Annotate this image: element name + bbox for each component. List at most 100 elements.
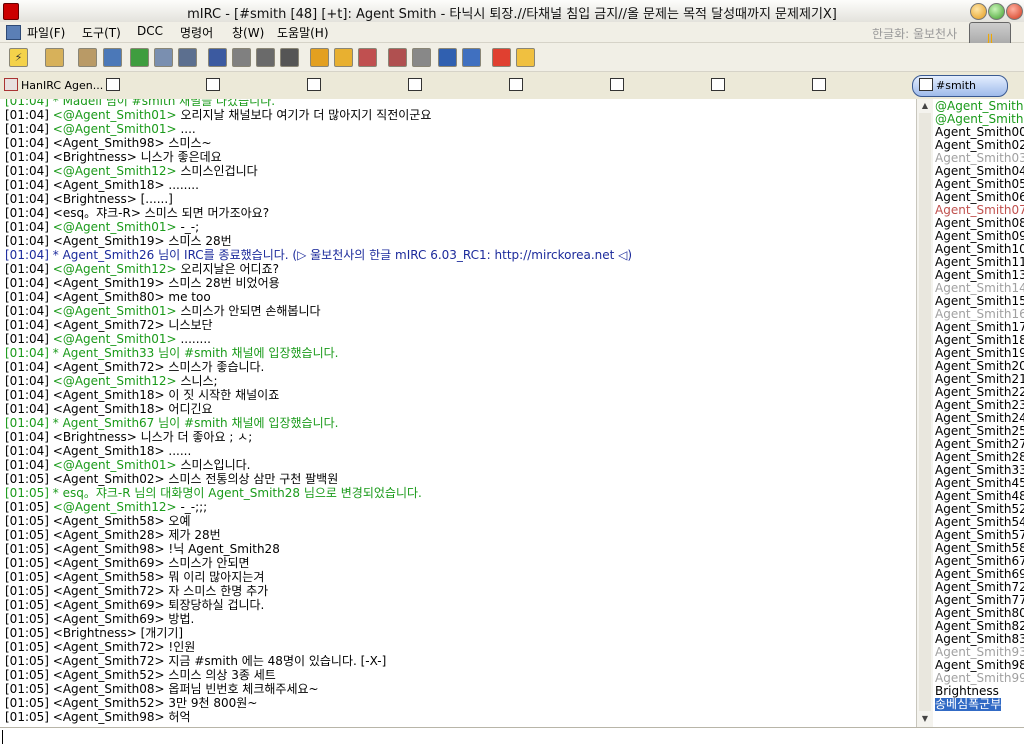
window-title: mIRC - [#smith [48] [+t]: Agent Smith - … [187,7,837,22]
menu-help[interactable]: 도움말(H) [277,24,329,41]
chat-line: [01:05] <Agent_Smith72> !인원 [5,640,196,654]
ime-indicator: 한글화: 울보천사 [872,27,958,41]
chat-line: [01:04] <@Agent_Smith01> ........ [5,332,211,346]
chat-line: [01:04] <Agent_Smith18> ...... [5,444,192,458]
about-icon[interactable] [516,48,535,67]
toolbar: ⚡ [0,43,1024,72]
window-menu-icon[interactable] [6,25,21,40]
menu-commands[interactable]: 명령어 [180,24,213,41]
menu-dcc[interactable]: DCC [137,24,163,38]
arrange-icon[interactable] [462,48,481,67]
tab-channel-2[interactable] [106,78,123,92]
channel-window-icon [919,78,933,91]
chat-scrollbar[interactable]: ▲ ▼ [916,99,934,727]
chat-line: [01:05] * esq。쟈크-R 님의 대화명이 Agent_Smith28… [5,486,422,500]
connect-icon[interactable]: ⚡ [9,48,28,67]
chat-line: [01:04] * Agent_Smith67 님이 #smith 채널에 입장… [5,416,339,430]
chat-line: [01:04] <esq。쟈크-R> 스미스 되면 머가조아요? [5,206,270,220]
chat-line: [01:04] <Agent_Smith72> 스미스가 좋습니다. [5,360,265,374]
close-button[interactable] [1006,3,1023,20]
tab-smith-label: #smith [936,79,977,92]
menu-file[interactable]: 파일(F) [27,24,65,41]
chat-line: [01:05] <Agent_Smith52> 스미스 의상 3종 세트 [5,668,276,682]
tile-icon[interactable] [412,48,431,67]
maximize-button[interactable] [988,3,1005,20]
tab-channel-8[interactable] [711,78,728,92]
channel-window-icon [206,78,220,91]
menu-tools[interactable]: 도구(T) [82,24,121,41]
chat-line: [01:04] <Agent_Smith18> ........ [5,178,199,192]
alias-icon[interactable] [334,48,353,67]
help-lifebuoy-icon[interactable] [492,48,511,67]
text-caret [2,730,3,744]
chat-line: [01:04] <Agent_Smith98> 스미스~ [5,136,212,150]
message-input[interactable] [0,727,1024,750]
chat-line: [01:05] <@Agent_Smith12> -_-;;; [5,500,208,514]
chat-line: [01:05] <Agent_Smith69> 퇴장당하실 겁니다. [5,598,265,612]
chat-line: [01:05] <Agent_Smith02> 스미스 전통의상 삼만 구천 팔… [5,472,339,486]
scroll-up-arrow-icon[interactable]: ▲ [919,100,931,112]
channel-window-icon [812,78,826,91]
chat-line: [01:05] <Agent_Smith52> 3만 9천 800원~ [5,696,258,710]
chat-line: [01:05] <Agent_Smith28> 제가 28번 [5,528,221,542]
chat-line: [01:04] <@Agent_Smith01> .... [5,122,196,136]
scroll-track[interactable] [919,113,931,711]
tab-channel-3[interactable] [206,78,223,92]
address-book-icon[interactable] [78,48,97,67]
chat-line: [01:04] * Madeli 님이 #smith 채널을 나갔습니다. [5,99,276,108]
tab-channel-6[interactable] [509,78,526,92]
tab-channel-5[interactable] [408,78,425,92]
channel-window-icon [711,78,725,91]
chat-line: [01:04] <@Agent_Smith01> -_-; [5,220,200,234]
chat-line: [01:05] <Agent_Smith72> 자 스미스 한명 추가 [5,584,269,598]
colors-icon[interactable] [256,48,275,67]
timer-icon[interactable] [232,48,251,67]
chat-line: [01:05] <Brightness> [개기기] [5,626,184,640]
urls-icon[interactable] [358,48,377,67]
scroll-down-arrow-icon[interactable]: ▼ [919,713,931,725]
cascade-icon[interactable] [388,48,407,67]
chat-line: [01:04] <Agent_Smith80> me too [5,290,211,304]
channel-window-icon [509,78,523,91]
channel-window-icon [610,78,624,91]
chat-line: [01:04] <Agent_Smith19> 스미스 28번 비었어용 [5,276,280,290]
chat-line: [01:04] <Brightness> 니스가 좋은데요 [5,150,222,164]
status-window-icon [4,78,18,91]
tab-status-label: HanIRC Agen... [21,79,104,92]
chat-line: [01:05] <Agent_Smith69> 스미스가 안되면 [5,556,250,570]
title-bar: mIRC - [#smith [48] [+t]: Agent Smith - … [0,0,1024,23]
chat-line: [01:04] <@Agent_Smith01> 스미스입니다. [5,458,251,472]
tab-channel-9[interactable] [812,78,829,92]
remote-icon[interactable] [154,48,173,67]
scripts-icon[interactable] [130,48,149,67]
chat-line: [01:05] <Agent_Smith58> 뭐 이리 많아지는겨 [5,570,265,584]
chat-line: [01:05] <Agent_Smith08> 옵퍼님 빈번호 체크해주세요~ [5,682,319,696]
chat-line: [01:04] <@Agent_Smith01> 스미스가 안되면 손해봅니다 [5,304,321,318]
menu-window[interactable]: 창(W) [232,24,264,41]
chat-line: [01:04] <@Agent_Smith12> 스니스; [5,374,218,388]
options-icon[interactable] [45,48,64,67]
channel-list-icon[interactable] [103,48,122,67]
tile-horizontal-icon[interactable] [438,48,457,67]
chat-line: [01:04] <@Agent_Smith12> 오리지날은 어디죠? [5,262,279,276]
tab-smith[interactable]: #smith [912,75,1008,97]
tab-channel-7[interactable] [610,78,627,92]
chat-line: [01:04] <Agent_Smith18> 어디긴요 [5,402,213,416]
chat-line: [01:04] <@Agent_Smith01> 오리지날 채널보다 여기가 더… [5,108,432,122]
notify-icon[interactable] [280,48,299,67]
tab-status[interactable]: HanIRC Agen... [4,78,103,92]
nick-list-item[interactable]: 송베심폭군부 [935,698,1002,711]
send-icon[interactable] [208,48,227,67]
chat-line: [01:05] <Agent_Smith69> 방법. [5,612,195,626]
log-icon[interactable] [310,48,329,67]
dcc-icon[interactable] [178,48,197,67]
tab-channel-4[interactable] [307,78,324,92]
minimize-button[interactable] [970,3,987,20]
menu-bar: 파일(F) 도구(T) DCC 명령어 창(W) 도움말(H) 한글화: 울보천… [0,22,1024,43]
chat-line: [01:04] <Brightness> [......] [5,192,173,206]
chat-line: [01:05] <Agent_Smith98> !닉 Agent_Smith28 [5,542,280,556]
chat-line: [01:05] <Agent_Smith72> 지금 #smith 에는 48명… [5,654,387,668]
chat-line: [01:04] * Agent_Smith33 님이 #smith 채널에 입장… [5,346,339,360]
channel-window-icon [307,78,321,91]
chat-line: [01:04] <Agent_Smith19> 스미스 28번 [5,234,232,248]
